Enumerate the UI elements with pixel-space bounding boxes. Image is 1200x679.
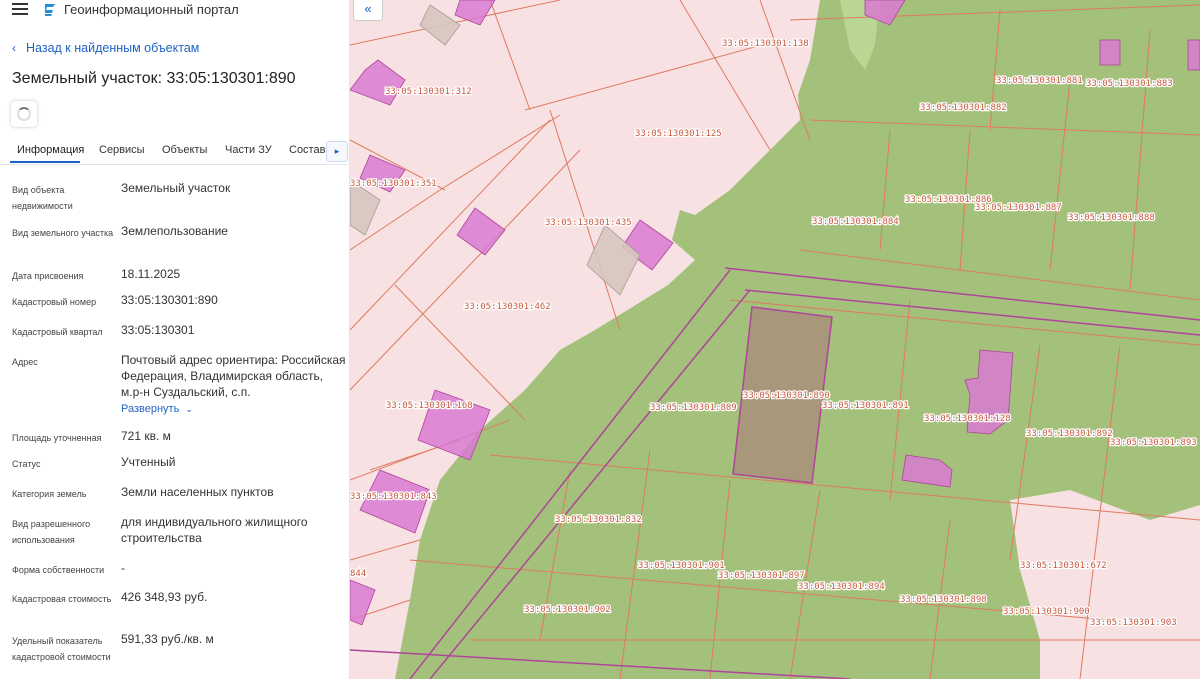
info-key: Дата присвоения	[12, 271, 84, 281]
tab-composition[interactable]: Состав	[289, 144, 325, 156]
collapse-panel-button[interactable]: «	[353, 0, 383, 21]
info-value: Учтенный	[121, 455, 176, 469]
info-value: 426 348,93 руб.	[121, 590, 208, 604]
parcel-label: 33:05:130301:894	[798, 582, 885, 592]
info-value: -	[121, 561, 125, 575]
parcel-label: 33:05:130301:138	[722, 39, 809, 49]
info-value: Почтовый адрес ориентира: Российская Фед…	[121, 352, 346, 417]
menu-icon[interactable]	[12, 3, 28, 15]
parcel-label: 33:05:130301:168	[386, 401, 473, 411]
parcel-label: 33:05:130301:884	[812, 217, 899, 227]
cadastral-map[interactable]: 33:05:130301:138 33:05:130301:312 33:05:…	[350, 0, 1200, 679]
double-chevron-left-icon: «	[364, 1, 372, 16]
address-expand-link[interactable]: Развернуть ⌄	[121, 401, 193, 417]
parcel-label: 33:05:130301:883	[1086, 79, 1173, 89]
back-link-label: Назад к найденным объектам	[26, 41, 200, 55]
parcel-label: 33:05:130301:882	[920, 103, 1007, 113]
parcel-label: 33:05:130301:890	[743, 391, 830, 401]
info-value: 33:05:130301:890	[121, 293, 218, 307]
address-text: Почтовый адрес ориентира: Российская Фед…	[121, 353, 346, 399]
info-key: Статус	[12, 459, 41, 469]
info-key: Площадь уточненная	[12, 433, 102, 443]
info-key: Адрес	[12, 357, 38, 367]
info-key: Вид разрешенного использования	[12, 519, 91, 545]
info-key: Вид земельного участка	[12, 228, 114, 238]
tabs-scroll-right-button[interactable]: ▸	[326, 141, 348, 162]
info-panel: Геоинформационный портал ‹ Назад к найден…	[0, 0, 350, 679]
spinner-icon	[17, 107, 31, 121]
buildings-beige	[350, 4, 641, 296]
tab-services[interactable]: Сервисы	[99, 144, 145, 156]
info-value: 591,33 руб./кв. м	[121, 632, 214, 646]
page-title: Земельный участок: 33:05:130301:890	[12, 70, 296, 87]
parcel-label: 33:05:130301:881	[996, 76, 1083, 86]
info-value: Землепользование	[121, 224, 228, 238]
parcel-label: 33:05:130301:843	[350, 492, 437, 502]
parcel-label: 33:05:130301:902	[524, 605, 611, 615]
parcel-label: 33:05:130301:125	[635, 129, 722, 139]
parcel-label: 33:05:130301:351	[350, 179, 437, 189]
expand-label: Развернуть	[121, 403, 180, 415]
parcel-label: 33:05:130301:901	[638, 561, 725, 571]
chevron-down-icon: ⌄	[185, 404, 193, 414]
info-value: 33:05:130301	[121, 323, 195, 337]
parcel-label: 33:05:130301:888	[1068, 213, 1155, 223]
parcel-label: 33:05:130301:672	[1020, 561, 1107, 571]
map-canvas[interactable]: 33:05:130301:138 33:05:130301:312 33:05:…	[350, 0, 1200, 679]
info-key: Кадастровый квартал	[12, 327, 103, 337]
chevron-left-icon: ‹	[12, 41, 16, 55]
info-value: 721 кв. м	[121, 429, 171, 443]
info-key: Категория земель	[12, 489, 87, 499]
tab-bar: Информация Сервисы Объекты Части ЗУ Сост…	[0, 138, 349, 165]
parcel-label: 33:05:130301:897	[718, 571, 805, 581]
parcel-label: 33:05:130301:889	[650, 403, 737, 413]
parcel-label: 33:05:130301:903	[1090, 618, 1177, 628]
info-key: Вид объекта недвижимости	[12, 185, 73, 211]
back-to-results-link[interactable]: ‹ Назад к найденным объектам	[12, 41, 199, 55]
parcel-label: 33:05:130301:893	[1110, 438, 1197, 448]
tab-objects[interactable]: Объекты	[162, 144, 207, 156]
parcel-label: 844	[350, 569, 366, 579]
portal-logo-icon	[45, 4, 55, 16]
active-tab-indicator	[10, 161, 80, 163]
parcel-label: 33:05:130301:462	[464, 302, 551, 312]
tab-info[interactable]: Информация	[17, 144, 84, 156]
info-key: Кадастровая стоимость	[12, 594, 112, 604]
info-value: Земельный участок	[121, 181, 231, 195]
loading-indicator	[11, 101, 37, 127]
parcel-label: 33:05:130301:900	[1003, 607, 1090, 617]
parcel-label: 33:05:130301:891	[822, 401, 909, 411]
info-value: Земли населенных пунктов	[121, 485, 274, 499]
parcel-label: 33:05:130301:435	[545, 218, 632, 228]
chevron-right-icon: ▸	[334, 146, 340, 156]
parcel-label: 33:05:130301:892	[1026, 429, 1113, 439]
info-value: 18.11.2025	[121, 267, 181, 281]
info-value: для индивидуального жилищного строительс…	[121, 515, 308, 545]
parcel-label: 33:05:130301:128	[924, 414, 1011, 424]
parcel-label: 33:05:130301:898	[900, 595, 987, 605]
parcel-label: 33:05:130301:832	[555, 515, 642, 525]
parcel-label: 33:05:130301:312	[385, 87, 472, 97]
info-key: Удельный показатель кадастровой стоимост…	[12, 636, 111, 662]
tab-parts[interactable]: Части ЗУ	[225, 144, 272, 156]
info-key: Кадастровый номер	[12, 297, 97, 307]
info-key: Форма собственности	[12, 565, 105, 575]
portal-title: Геоинформационный портал	[64, 2, 239, 17]
top-bar: Геоинформационный портал	[0, 0, 349, 22]
parcel-label: 33:05:130301:887	[975, 203, 1062, 213]
